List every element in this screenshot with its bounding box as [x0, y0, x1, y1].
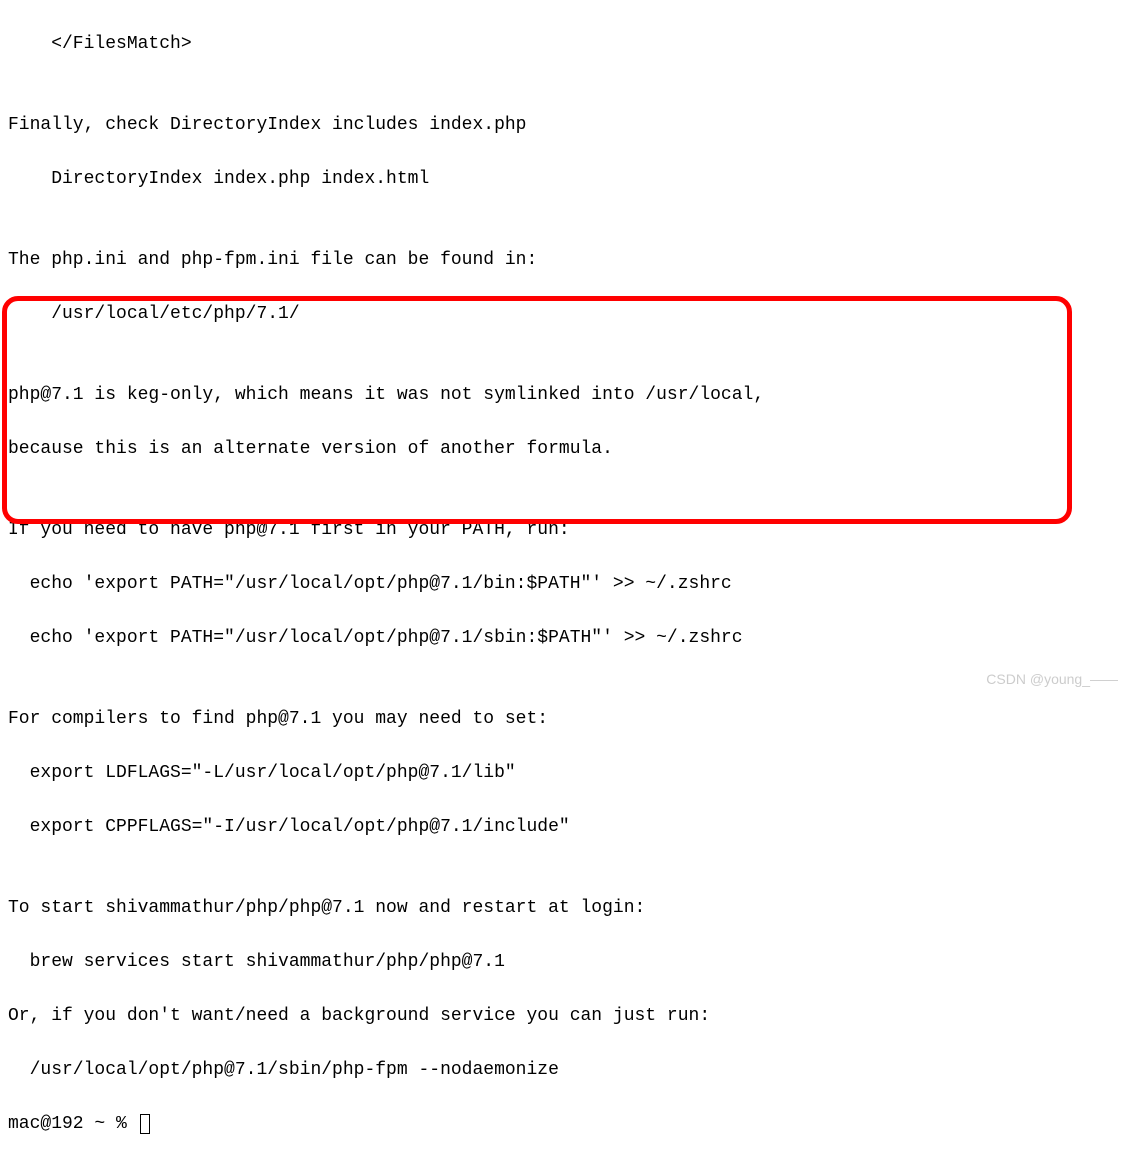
- output-line: because this is an alternate version of …: [8, 436, 1120, 463]
- output-line: DirectoryIndex index.php index.html: [8, 166, 1120, 193]
- output-line: echo 'export PATH="/usr/local/opt/php@7.…: [8, 571, 1120, 598]
- output-line: /usr/local/etc/php/7.1/: [8, 301, 1120, 328]
- prompt-line[interactable]: mac@192 ~ %: [8, 1111, 1120, 1138]
- terminal-output[interactable]: </FilesMatch> Finally, check DirectoryIn…: [0, 0, 1128, 1169]
- output-line: /usr/local/opt/php@7.1/sbin/php-fpm --no…: [8, 1057, 1120, 1084]
- output-line: If you need to have php@7.1 first in you…: [8, 517, 1120, 544]
- output-line: For compilers to find php@7.1 you may ne…: [8, 706, 1120, 733]
- output-line: export CPPFLAGS="-I/usr/local/opt/php@7.…: [8, 814, 1120, 841]
- output-line: Or, if you don't want/need a background …: [8, 1003, 1120, 1030]
- output-line: The php.ini and php-fpm.ini file can be …: [8, 247, 1120, 274]
- output-line: php@7.1 is keg-only, which means it was …: [8, 382, 1120, 409]
- shell-prompt: mac@192 ~ %: [8, 1114, 138, 1134]
- output-line: export LDFLAGS="-L/usr/local/opt/php@7.1…: [8, 760, 1120, 787]
- watermark-text: CSDN @young_——: [986, 669, 1118, 690]
- output-line: To start shivammathur/php/php@7.1 now an…: [8, 895, 1120, 922]
- output-line: echo 'export PATH="/usr/local/opt/php@7.…: [8, 625, 1120, 652]
- output-line: brew services start shivammathur/php/php…: [8, 949, 1120, 976]
- cursor: [140, 1114, 150, 1134]
- output-line: Finally, check DirectoryIndex includes i…: [8, 112, 1120, 139]
- output-line: </FilesMatch>: [8, 31, 1120, 58]
